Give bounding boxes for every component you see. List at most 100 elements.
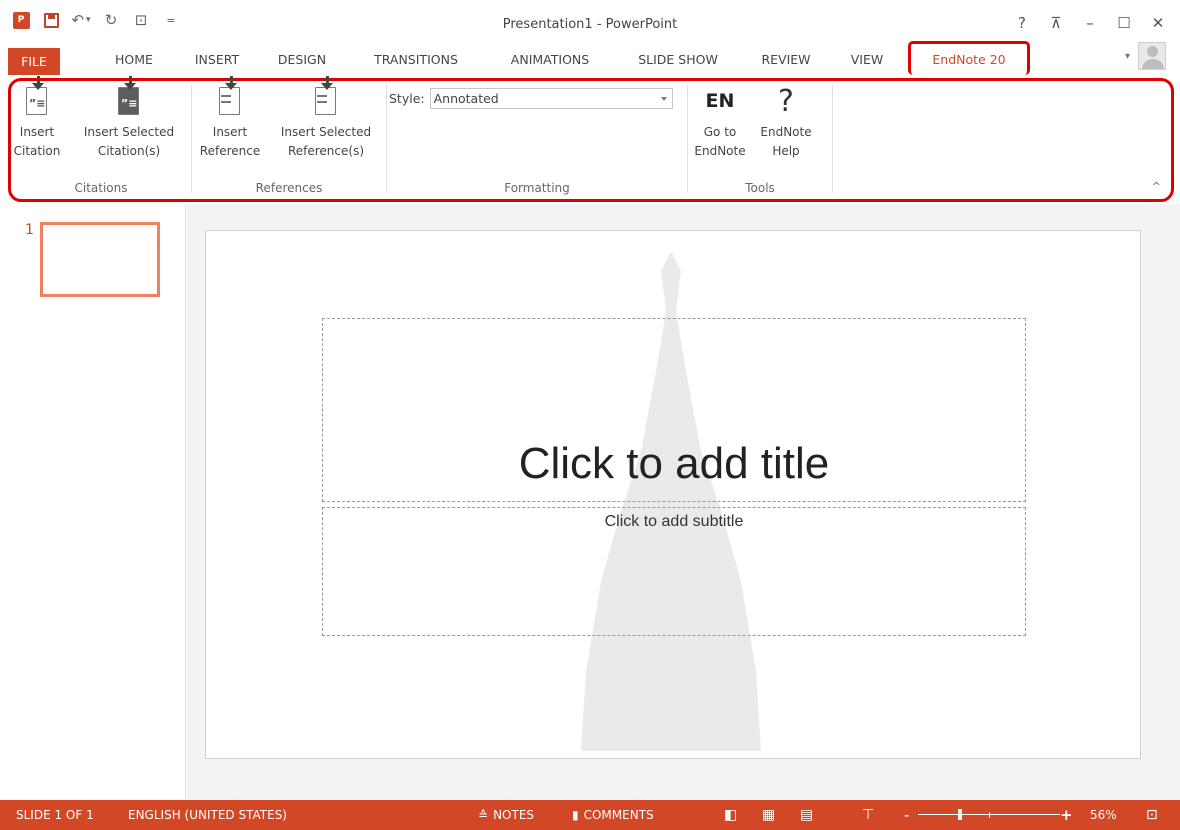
reading-view-button[interactable]: ▤ [800,800,813,830]
endnote-tab-highlight: EndNote 20 [908,41,1030,75]
insert-selected-references-button[interactable]: Insert Selected Reference(s) [276,76,376,161]
insert-selected-citations-label-1: Insert Selected [83,125,175,139]
zoom-in-icon: + [1060,806,1073,824]
fit-slide-icon: ⊡ [1146,807,1158,823]
minimize-button[interactable]: – [1074,12,1106,34]
help-icon: ? [778,84,794,119]
undo-button[interactable]: ↶ ▾ [68,9,94,31]
zoom-slider-midpoint [989,812,990,818]
notes-button[interactable]: ≙ NOTES [478,800,534,830]
endnote-help-button[interactable]: ? EndNote Help [756,83,816,161]
tab-design[interactable]: DESIGN [272,47,332,73]
zoom-level[interactable]: 56% [1090,800,1117,830]
tab-view[interactable]: VIEW [842,47,892,73]
citations-group-label: Citations [74,181,128,195]
tab-endnote[interactable]: EndNote 20 [911,47,1027,73]
notes-icon: ≙ [478,808,489,822]
slide-counter[interactable]: SLIDE 1 OF 1 [16,800,94,830]
customize-qat-button[interactable]: = [158,9,184,31]
endnote-ribbon: ”≡ Insert Citation ”≡ Insert Selected Ci… [8,76,1174,202]
style-dropdown[interactable]: Annotated [429,88,673,109]
tab-review[interactable]: REVIEW [752,47,820,73]
slide-canvas[interactable]: Click to add title Click to add subtitle [205,230,1141,759]
tab-insert[interactable]: INSERT [188,47,246,73]
references-group-label: References [255,181,323,195]
redo-icon: ↻ [104,11,118,29]
comments-label: COMMENTS [583,808,654,822]
tools-group-label: Tools [745,181,775,195]
go-to-endnote-label-2: EndNote [694,144,746,158]
account-area: ▾ [1125,42,1166,70]
maximize-icon: ☐ [1117,14,1131,32]
app-logo-icon: P [12,11,30,29]
insert-selected-citations-label-2: Citation(s) [97,144,161,158]
normal-view-button[interactable]: ◧ [724,800,737,830]
insert-selected-citations-button[interactable]: ”≡ Insert Selected Citation(s) [77,76,181,161]
avatar[interactable] [1138,42,1166,70]
window-controls: ? ⊼ – ☐ ✕ [1006,12,1174,34]
ribbon-display-icon: ⊼ [1050,14,1062,32]
status-bar: SLIDE 1 OF 1 ENGLISH (UNITED STATES) ≙ N… [0,800,1180,830]
title-bar: P ↶ ▾ ↻ ⊡ = Presentation1 - PowerPoint ? … [0,0,1180,40]
comments-button[interactable]: ▮ COMMENTS [572,800,654,830]
customize-icon: = [166,13,176,27]
tab-transitions[interactable]: TRANSITIONS [360,47,472,73]
subtitle-placeholder[interactable]: Click to add subtitle [322,507,1026,636]
endnote-logo-icon: EN [705,90,735,112]
insert-citation-label-1: Insert [19,125,55,139]
account-dropdown-icon[interactable]: ▾ [1125,51,1130,62]
insert-reference-label-2: Reference [199,144,261,158]
slide-thumbnail[interactable] [40,222,160,297]
tab-animations[interactable]: ANIMATIONS [497,47,603,73]
go-to-endnote-button[interactable]: EN Go to EndNote [692,83,748,161]
help-icon: ? [1018,14,1026,32]
insert-citation-label-2: Citation [13,144,61,158]
zoom-in-button[interactable]: + [1060,800,1073,830]
style-value: Annotated [433,91,499,106]
close-icon: ✕ [1151,14,1165,32]
endnote-help-label-2: Help [772,144,800,158]
insert-selected-references-label-2: Reference(s) [287,144,365,158]
ribbon-display-options-button[interactable]: ⊼ [1040,12,1072,34]
fit-slide-button[interactable]: ⊡ [1146,800,1158,830]
chevron-down-icon [660,97,667,101]
insert-reference-button[interactable]: Insert Reference [198,76,262,161]
zoom-out-button[interactable]: - [904,800,909,830]
slide-sorter-button[interactable]: ▦ [762,800,775,830]
style-label: Style: [389,91,425,106]
redo-button[interactable]: ↻ [98,9,124,31]
normal-view-icon: ◧ [724,807,738,823]
collapse-ribbon-icon[interactable]: ^ [1152,180,1161,193]
zoom-slider-thumb[interactable] [958,809,962,820]
insert-citation-button[interactable]: ”≡ Insert Citation [13,76,61,161]
group-references: Insert Reference Insert Selected Referen… [192,76,386,199]
slideshow-view-button[interactable]: ⊤ [862,800,874,830]
start-slideshow-button[interactable]: ⊡ [128,9,154,31]
tab-slide-show[interactable]: SLIDE SHOW [626,47,730,73]
save-icon [43,12,59,28]
undo-dropdown-icon[interactable]: ▾ [86,15,91,25]
go-to-endnote-label-1: Go to [703,125,737,139]
title-placeholder[interactable]: Click to add title [322,318,1026,502]
insert-citation-icon: ”≡ [23,76,51,119]
language-indicator[interactable]: ENGLISH (UNITED STATES) [128,800,287,830]
style-control: Style: Annotated [389,88,673,109]
help-button[interactable]: ? [1006,12,1038,34]
tab-home[interactable]: HOME [104,47,164,73]
quick-access-toolbar: P ↶ ▾ ↻ ⊡ = [8,9,184,31]
insert-reference-label-1: Insert [212,125,248,139]
powerpoint-logo[interactable]: P [8,9,34,31]
insert-selected-references-icon [312,76,340,119]
slide-sorter-icon: ▦ [762,807,776,823]
thumbnail-number: 1 [25,222,34,238]
reading-view-icon: ▤ [800,807,814,823]
close-button[interactable]: ✕ [1142,12,1174,34]
zoom-out-icon: - [904,806,910,824]
zoom-level-text: 56% [1090,808,1117,822]
tab-file[interactable]: FILE [8,48,60,75]
comments-icon: ▮ [572,808,579,822]
subtitle-placeholder-text: Click to add subtitle [604,513,744,530]
maximize-button[interactable]: ☐ [1108,12,1140,34]
slide-thumbnail-pane: 1 [0,204,186,800]
save-button[interactable] [38,9,64,31]
